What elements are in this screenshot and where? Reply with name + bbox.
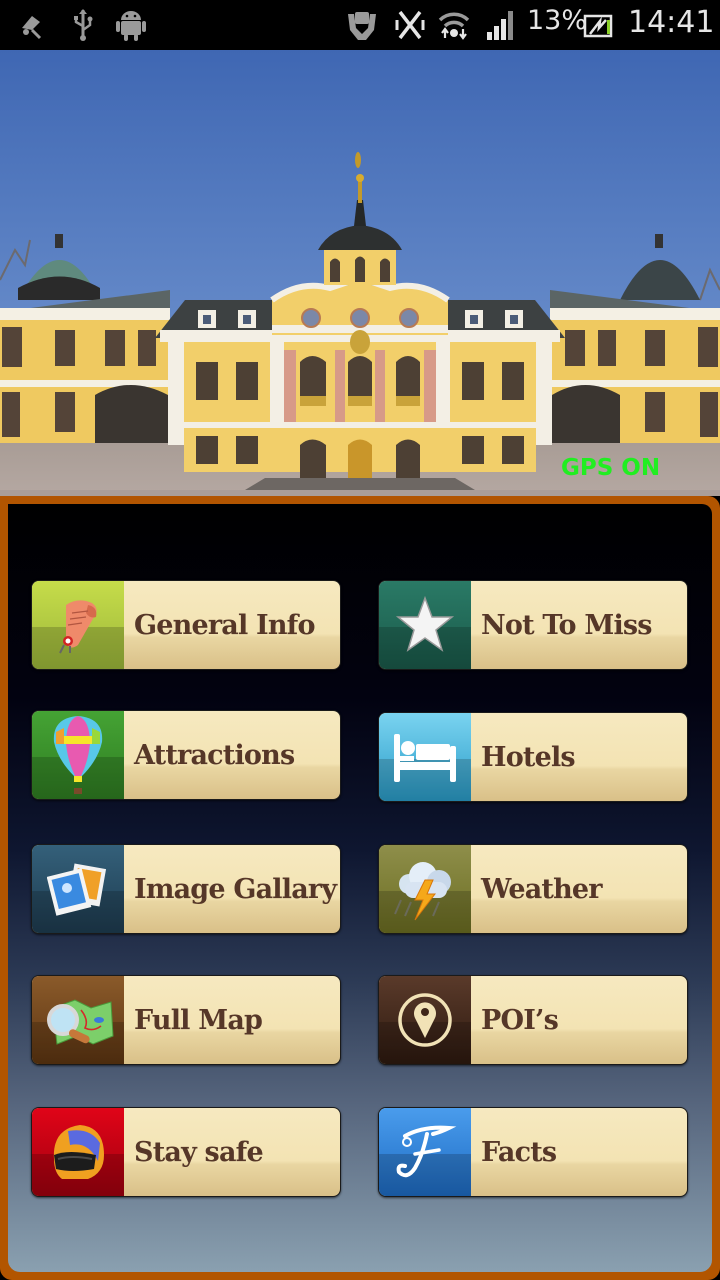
- battery-charging-icon: [583, 14, 613, 38]
- vibrate-off-icon: [395, 10, 425, 40]
- battery-percent: 13%: [527, 5, 588, 36]
- wifi-icon: [438, 12, 470, 40]
- menu-item-label: General Info: [134, 609, 316, 641]
- hot-air-balloon-icon: [53, 716, 103, 794]
- helmet-icon: [53, 1125, 104, 1179]
- photos-icon: [47, 863, 107, 916]
- menu-item-label: Not To Miss: [481, 609, 653, 641]
- menu-item-label: Stay safe: [134, 1136, 264, 1168]
- letter-f-icon: [396, 1125, 457, 1178]
- menu-item-pois[interactable]: POI’s: [378, 975, 688, 1065]
- menu-item-label: Full Map: [134, 1004, 263, 1036]
- palace-photo: [0, 50, 720, 496]
- star-icon: [395, 595, 455, 652]
- scroll-certificate-icon: [59, 600, 97, 654]
- menu-item-weather[interactable]: Weather: [378, 844, 688, 934]
- menu-item-not-to-miss[interactable]: Not To Miss: [378, 580, 688, 670]
- menu-item-label: POI’s: [481, 1004, 559, 1036]
- menu-item-label: Weather: [481, 873, 603, 905]
- map-pin-circle-icon: [398, 993, 452, 1047]
- menu-item-hotels[interactable]: Hotels: [378, 712, 688, 802]
- menu-item-general-info[interactable]: General Info: [31, 580, 341, 670]
- menu-item-label: Hotels: [481, 741, 576, 773]
- status-bar: 13% 14:41: [0, 0, 720, 50]
- menu-item-facts[interactable]: Facts: [378, 1107, 688, 1197]
- menu-item-image-gallery[interactable]: Image Gallary: [31, 844, 341, 934]
- menu-item-label: Image Gallary: [134, 873, 337, 905]
- clock: 14:41: [628, 5, 715, 40]
- bed-icon: [394, 734, 456, 782]
- menu-grid: General Info Not To Miss Attractions Hot…: [8, 504, 712, 1272]
- location-pin-off-icon: [22, 16, 42, 40]
- nfc-hand-icon: [348, 12, 376, 40]
- map-magnifier-icon: [47, 999, 114, 1045]
- menu-item-label: Attractions: [134, 739, 295, 771]
- usb-icon: [74, 9, 93, 41]
- gps-status: GPS ON: [561, 455, 661, 481]
- menu-item-attractions[interactable]: Attractions: [31, 710, 341, 800]
- menu-item-stay-safe[interactable]: Stay safe: [31, 1107, 341, 1197]
- android-debug-icon: [116, 11, 146, 41]
- menu-item-full-map[interactable]: Full Map: [31, 975, 341, 1065]
- menu-frame: General Info Not To Miss Attractions Hot…: [0, 496, 720, 1280]
- signal-icon: [487, 11, 513, 40]
- hero-image: [0, 50, 720, 496]
- menu-item-label: Facts: [481, 1136, 557, 1168]
- storm-cloud-icon: [394, 862, 451, 921]
